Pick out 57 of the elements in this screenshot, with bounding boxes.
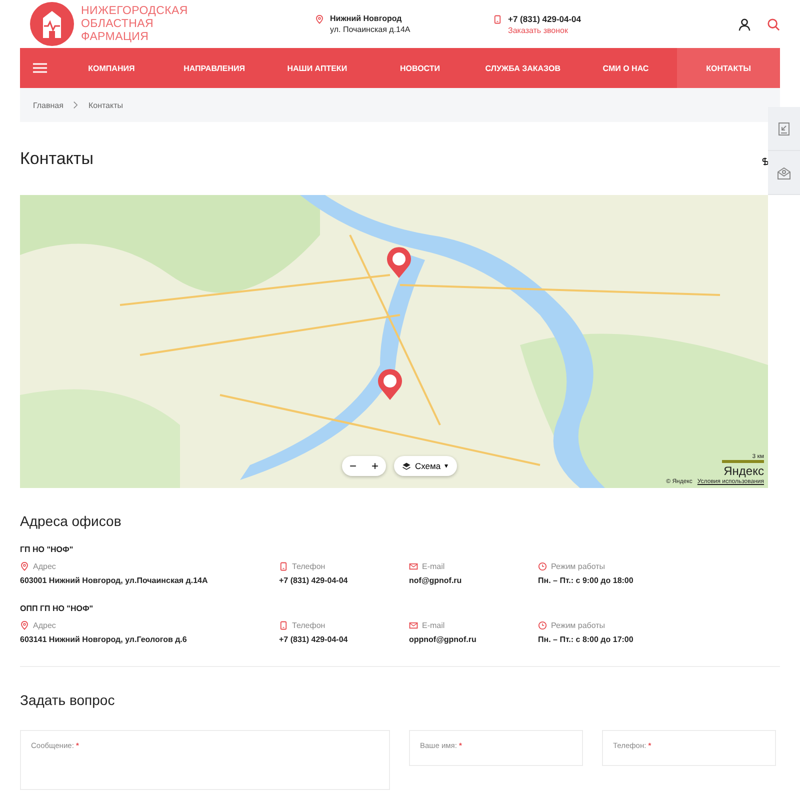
location-pin-icon (20, 621, 29, 630)
field-value: +7 (831) 429-04-04 (279, 576, 349, 585)
location-pin-icon (315, 15, 324, 24)
office-name: ГП НО "НОФ" (20, 545, 74, 554)
field-value: nof@gpnof.ru (409, 576, 463, 585)
callback-link[interactable]: Заказать звонок (508, 26, 582, 34)
city-text: Нижний Новгород (330, 14, 403, 23)
phone-icon (279, 562, 288, 571)
logo-icon[interactable] (30, 2, 74, 46)
field-label: Телефон (292, 562, 326, 571)
field-label: E-mail (422, 562, 445, 571)
page-title: Контакты (20, 148, 94, 168)
office-name: ОПП ГП НО "НОФ" (20, 604, 94, 613)
envelope-icon (409, 621, 418, 630)
search-icon[interactable] (767, 18, 780, 30)
field-value: 603001 Нижний Новгород, ул.Почаинская д.14А (20, 576, 209, 585)
clock-icon (538, 562, 547, 571)
map-pin-icon[interactable] (377, 369, 403, 401)
field-label: Телефон (292, 621, 326, 630)
section-title: Адреса офисов (20, 513, 122, 529)
zoom-out-button[interactable]: − (342, 456, 364, 476)
logo-text[interactable]: НИЖЕГОРОДСКАЯ ОБЛАСТНАЯ ФАРМАЦИЯ (81, 4, 188, 44)
field-value: +7 (831) 429-04-04 (279, 635, 349, 644)
breadcrumb-current: Контакты (88, 100, 124, 110)
nav-tab[interactable]: СЛУЖБА ЗАКАЗОВ (471, 48, 574, 88)
field-value: Пн. – Пт.: с 8:00 до 17:00 (538, 635, 634, 644)
phone-icon (279, 621, 288, 630)
field-label: Режим работы (551, 562, 606, 571)
phone-icon (493, 14, 502, 24)
zoom-in-button[interactable]: + (364, 456, 386, 476)
address-text: ул. Почаинская д.14А (330, 25, 410, 34)
phone-number: +7 (831) 429-04-04 (508, 14, 582, 24)
user-icon[interactable] (738, 18, 751, 30)
section-title: Задать вопрос (20, 692, 116, 708)
location-pin-icon (20, 562, 29, 571)
nav-tab[interactable]: КОНТАКТЫ (677, 48, 780, 88)
layers-icon (402, 462, 411, 470)
chevron-right-icon (73, 101, 78, 109)
map-brand: Яндекс (724, 464, 764, 478)
envelope-icon (409, 562, 418, 571)
layer-label: Схема (415, 461, 441, 471)
field-label: Адрес (33, 562, 56, 571)
nav-tab[interactable]: НАПРАВЛЕНИЯ (162, 48, 266, 88)
nav-tab[interactable]: НАШИ АПТЕКИ (266, 48, 369, 88)
clock-icon (538, 621, 547, 630)
field-value: oppnof@gpnof.ru (409, 635, 478, 644)
field-label: Режим работы (551, 621, 606, 630)
map-pin-icon[interactable] (386, 247, 412, 279)
breadcrumb-link[interactable]: Главная (33, 100, 64, 110)
field-label: Адрес (33, 621, 56, 630)
field-label: E-mail (422, 621, 445, 630)
nav-tab[interactable]: НОВОСТИ (368, 48, 472, 88)
field-value: 603141 Нижний Новгород, ул.Геологов д.6 (20, 635, 188, 644)
nav-tab[interactable]: КОМПАНИЯ (60, 48, 163, 88)
map-scale-bar (722, 460, 764, 463)
nav-tab[interactable]: СМИ О НАС (574, 48, 678, 88)
field-value: Пн. – Пт.: с 9:00 до 18:00 (538, 576, 634, 585)
